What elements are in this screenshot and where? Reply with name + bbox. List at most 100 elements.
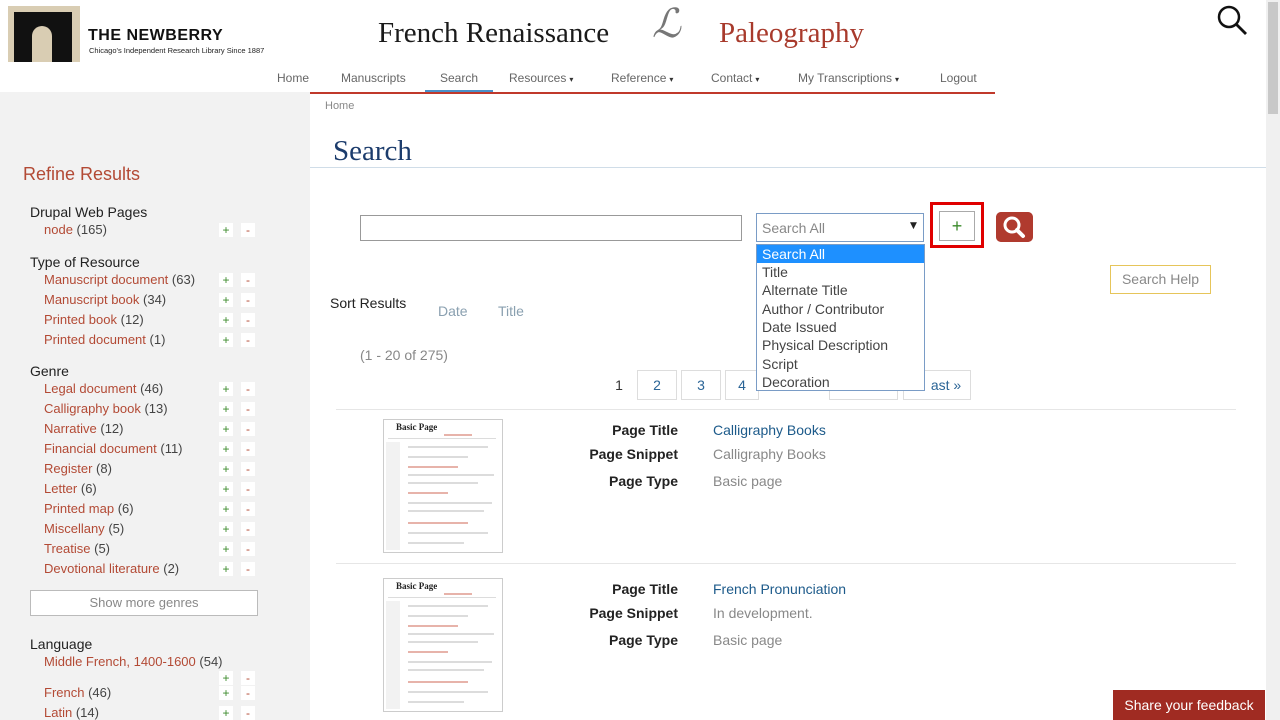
facet-item[interactable]: French (46) [44, 685, 111, 700]
facet-item[interactable]: Manuscript document (63) [44, 272, 195, 287]
page-title: Search [333, 135, 412, 167]
facet-include-button[interactable]: + [219, 442, 233, 456]
facet-item[interactable]: Middle French, 1400-1600 (54) [44, 654, 223, 669]
dropdown-option-script[interactable]: Script [757, 355, 924, 373]
facet-exclude-button[interactable]: - [241, 706, 255, 720]
nav-reference[interactable]: Reference ▾ [611, 71, 673, 85]
dropdown-option-title[interactable]: Title [757, 263, 924, 281]
facet-item[interactable]: Letter (6) [44, 481, 97, 496]
dropdown-option-date-issued[interactable]: Date Issued [757, 318, 924, 336]
newberry-logo-mark [14, 12, 72, 62]
facet-include-button[interactable]: + [219, 223, 233, 237]
org-name[interactable]: THE NEWBERRY [88, 27, 223, 45]
facet-exclude-button[interactable]: - [241, 562, 255, 576]
add-search-row-button[interactable]: + [939, 211, 975, 241]
sort-by-title-link[interactable]: Title [498, 303, 524, 319]
facet-exclude-button[interactable]: - [241, 223, 255, 237]
facet-item[interactable]: Financial document (11) [44, 441, 183, 456]
pagination-page[interactable]: 4 [725, 370, 759, 400]
facet-include-button[interactable]: + [219, 273, 233, 287]
result-title-link[interactable]: Calligraphy Books [713, 422, 826, 438]
dropdown-option-physical-description[interactable]: Physical Description [757, 336, 924, 354]
facet-exclude-button[interactable]: - [241, 542, 255, 556]
search-input[interactable] [360, 215, 742, 241]
facet-exclude-button[interactable]: - [241, 686, 255, 700]
facet-exclude-button[interactable]: - [241, 482, 255, 496]
facet-item[interactable]: Printed map (6) [44, 501, 134, 516]
facet-item[interactable]: node (165) [44, 222, 107, 237]
facet-exclude-button[interactable]: - [241, 333, 255, 347]
facet-item[interactable]: Narrative (12) [44, 421, 124, 436]
result-title-link[interactable]: French Pronunciation [713, 581, 846, 597]
facet-item[interactable]: Printed book (12) [44, 312, 144, 327]
pagination-page[interactable]: 3 [681, 370, 721, 400]
facet-include-button[interactable]: + [219, 522, 233, 536]
facet-exclude-button[interactable]: - [241, 313, 255, 327]
facet-exclude-button[interactable]: - [241, 442, 255, 456]
nav-logout[interactable]: Logout [940, 71, 977, 85]
facet-include-button[interactable]: + [219, 382, 233, 396]
facet-include-button[interactable]: + [219, 422, 233, 436]
facet-include-button[interactable]: + [219, 562, 233, 576]
site-monogram-icon: ℒ [652, 1, 681, 46]
thumbnail-line [408, 522, 468, 524]
divider [336, 409, 1236, 410]
field-label-page-type: Page Type [609, 632, 678, 648]
share-feedback-button[interactable]: Share your feedback [1113, 690, 1265, 720]
facet-item[interactable]: Manuscript book (34) [44, 292, 166, 307]
facet-include-button[interactable]: + [219, 671, 233, 685]
facet-include-button[interactable]: + [219, 482, 233, 496]
nav-resources[interactable]: Resources ▾ [509, 71, 573, 85]
facet-include-button[interactable]: + [219, 293, 233, 307]
facet-include-button[interactable]: + [219, 686, 233, 700]
nav-manuscripts[interactable]: Manuscripts [341, 71, 406, 85]
site-title-left[interactable]: French Renaissance [378, 17, 609, 50]
nav-contact[interactable]: Contact ▾ [711, 71, 759, 85]
facet-exclude-button[interactable]: - [241, 273, 255, 287]
facet-include-button[interactable]: + [219, 462, 233, 476]
nav-home[interactable]: Home [277, 71, 309, 85]
facet-include-button[interactable]: + [219, 313, 233, 327]
facet-item[interactable]: Treatise (5) [44, 541, 110, 556]
facet-exclude-button[interactable]: - [241, 382, 255, 396]
facet-exclude-button[interactable]: - [241, 671, 255, 685]
facet-item[interactable]: Calligraphy book (13) [44, 401, 168, 416]
facet-exclude-button[interactable]: - [241, 293, 255, 307]
thumbnail-title: Basic Page [396, 581, 438, 591]
site-title-right[interactable]: Paleography [719, 17, 864, 50]
search-icon[interactable] [1216, 4, 1248, 36]
sort-by-date-link[interactable]: Date [438, 303, 468, 319]
facet-include-button[interactable]: + [219, 706, 233, 720]
nav-search[interactable]: Search [440, 71, 478, 85]
scrollbar-thumb[interactable] [1268, 2, 1278, 114]
breadcrumb[interactable]: Home [325, 100, 354, 112]
org-tagline: Chicago's Independent Research Library S… [89, 46, 265, 55]
search-help-button[interactable]: Search Help [1110, 265, 1211, 294]
facet-include-button[interactable]: + [219, 333, 233, 347]
result-thumbnail[interactable]: Basic Page [383, 578, 503, 712]
show-more-genres-button[interactable]: Show more genres [30, 590, 258, 616]
dropdown-option-alternate-title[interactable]: Alternate Title [757, 281, 924, 299]
dropdown-option-decoration[interactable]: Decoration [757, 373, 924, 391]
dropdown-option-author-contributor[interactable]: Author / Contributor [757, 300, 924, 318]
facet-exclude-button[interactable]: - [241, 462, 255, 476]
facet-include-button[interactable]: + [219, 502, 233, 516]
search-submit-button[interactable] [996, 212, 1033, 242]
facet-exclude-button[interactable]: - [241, 422, 255, 436]
facet-item[interactable]: Register (8) [44, 461, 112, 476]
dropdown-option-search-all[interactable]: Search All [757, 245, 924, 263]
thumbnail-line [408, 466, 458, 468]
facet-item[interactable]: Devotional literature (2) [44, 561, 179, 576]
pagination-page[interactable]: 2 [637, 370, 677, 400]
result-thumbnail[interactable]: Basic Page [383, 419, 503, 553]
nav-my-transcriptions[interactable]: My Transcriptions ▾ [798, 71, 899, 85]
facet-exclude-button[interactable]: - [241, 522, 255, 536]
facet-exclude-button[interactable]: - [241, 502, 255, 516]
facet-include-button[interactable]: + [219, 402, 233, 416]
facet-item[interactable]: Miscellany (5) [44, 521, 124, 536]
facet-exclude-button[interactable]: - [241, 402, 255, 416]
facet-include-button[interactable]: + [219, 542, 233, 556]
facet-item[interactable]: Legal document (46) [44, 381, 163, 396]
facet-item[interactable]: Latin (14) [44, 705, 99, 720]
facet-item[interactable]: Printed document (1) [44, 332, 165, 347]
